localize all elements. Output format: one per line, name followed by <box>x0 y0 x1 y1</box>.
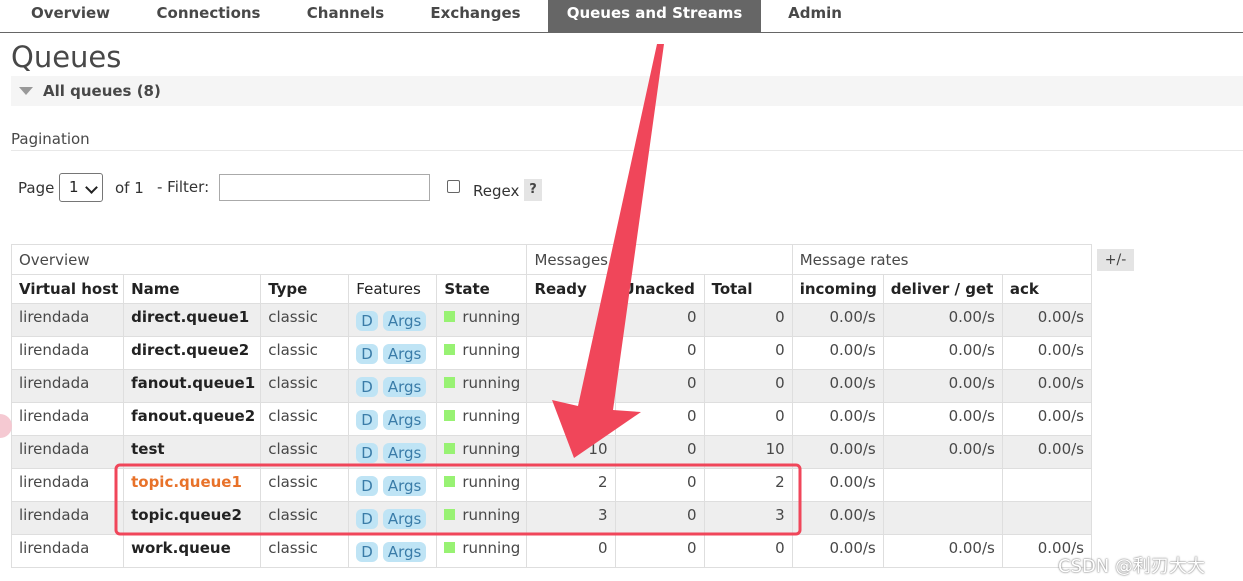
annotation-overlay <box>114 44 802 536</box>
red-arrow-annotation <box>552 44 664 458</box>
watermark: CSDN @利刃大大 <box>1058 556 1206 577</box>
highlight-box-annotation <box>114 463 802 536</box>
